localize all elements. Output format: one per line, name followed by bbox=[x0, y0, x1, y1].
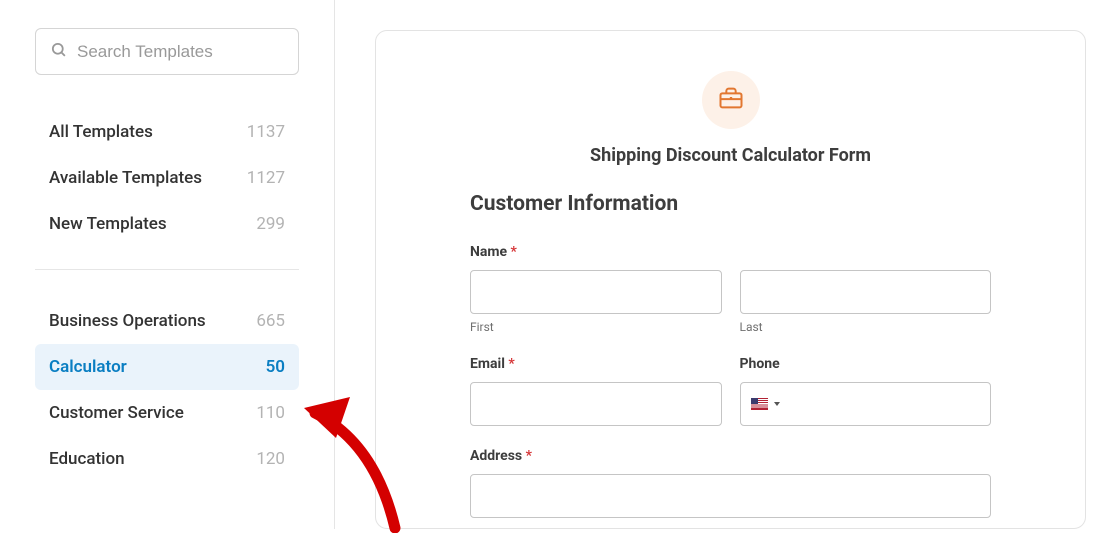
us-flag-icon bbox=[751, 398, 768, 410]
phone-label: Phone bbox=[740, 356, 992, 372]
email-input[interactable] bbox=[470, 382, 722, 426]
sidebar-item-label: Business Operations bbox=[49, 311, 206, 331]
preview-pane: Shipping Discount Calculator Form Custom… bbox=[335, 0, 1116, 529]
phone-input[interactable] bbox=[740, 382, 992, 426]
last-name-sublabel: Last bbox=[740, 320, 992, 334]
last-name-input[interactable] bbox=[740, 270, 992, 314]
sidebar-item-count: 1127 bbox=[247, 168, 285, 188]
preview-card: Shipping Discount Calculator Form Custom… bbox=[375, 30, 1086, 529]
sidebar-item-new-templates[interactable]: New Templates 299 bbox=[35, 201, 299, 247]
sidebar-item-all-templates[interactable]: All Templates 1137 bbox=[35, 109, 299, 155]
sidebar-item-count: 50 bbox=[266, 357, 285, 377]
search-icon bbox=[50, 41, 67, 62]
email-label: Email * bbox=[470, 356, 722, 372]
search-box[interactable] bbox=[35, 28, 299, 75]
chevron-down-icon bbox=[774, 402, 780, 406]
required-indicator: * bbox=[511, 244, 517, 260]
name-label: Name * bbox=[470, 244, 991, 260]
sidebar-item-count: 1137 bbox=[247, 122, 285, 142]
form-icon-circle bbox=[702, 71, 760, 129]
search-input[interactable] bbox=[77, 42, 284, 62]
sidebar-item-label: Calculator bbox=[49, 357, 127, 377]
sidebar-item-business-operations[interactable]: Business Operations 665 bbox=[35, 298, 299, 344]
sidebar-item-count: 120 bbox=[256, 449, 285, 469]
sidebar-item-count: 665 bbox=[256, 311, 285, 331]
required-indicator: * bbox=[526, 448, 532, 464]
sidebar-item-label: Available Templates bbox=[49, 168, 202, 188]
form-title: Shipping Discount Calculator Form bbox=[470, 145, 991, 166]
briefcase-icon bbox=[717, 84, 745, 116]
sidebar: All Templates 1137 Available Templates 1… bbox=[0, 0, 335, 529]
sidebar-item-label: New Templates bbox=[49, 214, 167, 234]
first-name-sublabel: First bbox=[470, 320, 722, 334]
sidebar-item-label: Customer Service bbox=[49, 403, 184, 423]
sidebar-item-label: All Templates bbox=[49, 122, 153, 142]
sidebar-item-label: Education bbox=[49, 449, 125, 469]
sidebar-divider bbox=[35, 269, 299, 270]
address-label: Address * bbox=[470, 448, 991, 464]
sidebar-item-education[interactable]: Education 120 bbox=[35, 436, 299, 482]
sidebar-item-customer-service[interactable]: Customer Service 110 bbox=[35, 390, 299, 436]
address-input[interactable] bbox=[470, 474, 991, 518]
sidebar-item-available-templates[interactable]: Available Templates 1127 bbox=[35, 155, 299, 201]
section-title: Customer Information bbox=[470, 192, 991, 216]
sidebar-item-calculator[interactable]: Calculator 50 bbox=[35, 344, 299, 390]
required-indicator: * bbox=[508, 356, 514, 372]
first-name-input[interactable] bbox=[470, 270, 722, 314]
sidebar-item-count: 299 bbox=[256, 214, 285, 234]
sidebar-item-count: 110 bbox=[256, 403, 285, 423]
